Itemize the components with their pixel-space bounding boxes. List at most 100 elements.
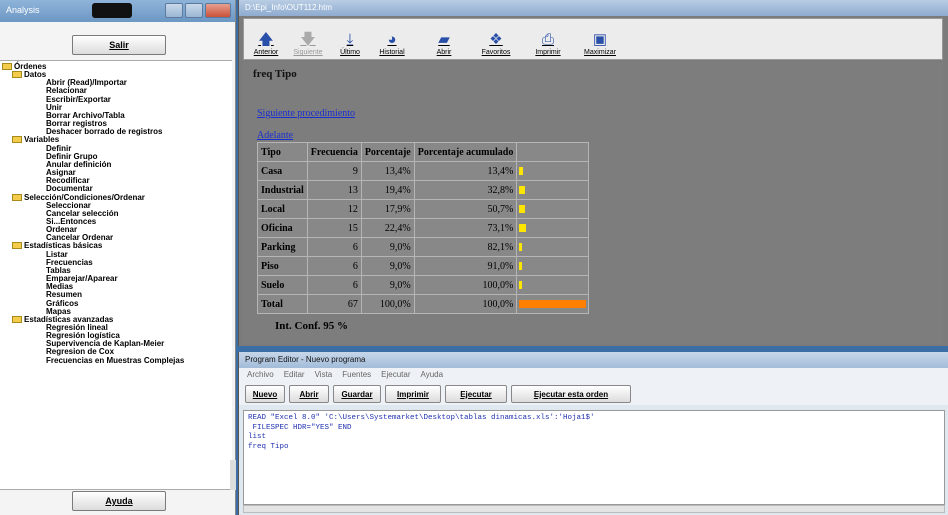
- menu-fuentes[interactable]: Fuentes: [342, 370, 371, 381]
- table-row: Piso 6 9,0% 91,0%: [257, 256, 590, 276]
- toolbar-separator: [466, 22, 474, 56]
- menu-archivo[interactable]: Archivo: [247, 370, 274, 381]
- tree-item-borrar-archivo-tabla[interactable]: Borrar Archivo/Tabla: [0, 111, 232, 120]
- table-row: Industrial 13 19,4% 32,8%: [257, 180, 590, 200]
- forward-link[interactable]: Adelante: [257, 130, 293, 141]
- table-row: Casa 9 13,4% 13,4%: [257, 161, 590, 181]
- anterior-button[interactable]: 🡅 Anterior: [246, 22, 286, 57]
- tree-folder-seleccion-condiciones-ordenar[interactable]: Selección/Condiciones/Ordenar: [0, 193, 232, 202]
- bar-cell: [516, 237, 590, 257]
- percentage-bar: [519, 205, 525, 213]
- help-button[interactable]: Ayuda: [72, 491, 166, 511]
- tree-item-definir-grupo[interactable]: Definir Grupo: [0, 152, 232, 161]
- acumulado-cell: 50,7%: [413, 199, 518, 219]
- tipo-cell: Piso: [257, 256, 308, 276]
- tree-item-si-entonces[interactable]: Si...Entonces: [0, 217, 232, 226]
- bar-cell: [516, 199, 590, 219]
- abrir-button[interactable]: Abrir: [289, 385, 329, 403]
- redacted-area: [92, 3, 132, 18]
- percentage-bar: [519, 186, 526, 194]
- output-heading: freq Tipo: [253, 68, 297, 80]
- imprimir-button[interactable]: ⎙ Imprimir: [528, 22, 568, 57]
- next-procedure-link[interactable]: Siguiente procedimiento: [257, 108, 355, 119]
- percentage-bar: [519, 167, 524, 175]
- tree-item-anular-definicion[interactable]: Anular definición: [0, 160, 232, 169]
- maximize-button[interactable]: [185, 3, 203, 18]
- folder-icon: [12, 242, 22, 250]
- tree-item-listar[interactable]: Listar: [0, 250, 232, 259]
- tree-folder-variables[interactable]: Variables: [0, 136, 232, 144]
- bar-cell: [516, 256, 590, 276]
- historial-button[interactable]: ◕ Historial: [372, 22, 412, 57]
- tipo-cell: Casa: [257, 161, 308, 181]
- editor-menu-bar: Archivo Editar Vista Fuentes Ejecutar Ayuda: [239, 368, 948, 383]
- bar-cell: [516, 218, 590, 238]
- tree-item-emparejar-aparear[interactable]: Emparejar/Aparear: [0, 274, 232, 283]
- tree-item-definir[interactable]: Definir: [0, 144, 232, 153]
- menu-editar[interactable]: Editar: [284, 370, 305, 381]
- menu-ayuda[interactable]: Ayuda: [421, 370, 444, 381]
- toolbar-button-label: Historial: [379, 49, 405, 56]
- acumulado-cell: 82,1%: [413, 237, 518, 257]
- tree-item-cancelar-seleccion[interactable]: Cancelar selección: [0, 209, 232, 218]
- abrir-button[interactable]: ▰ Abrir: [424, 22, 464, 57]
- frecuencia-cell: 15: [306, 218, 362, 238]
- code-editor[interactable]: READ "Excel 8.0" 'C:\Users\Systemarket\D…: [243, 410, 945, 505]
- porcentaje-cell: 22,4%: [360, 218, 415, 238]
- tree-item-frecuencias[interactable]: Frecuencias: [0, 258, 232, 267]
- porcentaje-cell: 19,4%: [360, 180, 415, 200]
- acumulado-cell: 100,0%: [413, 294, 518, 314]
- maximizar-button[interactable]: ▣ Maximizar: [580, 22, 620, 57]
- toolbar-button-label: Último: [340, 49, 360, 56]
- folder-icon: [12, 71, 22, 79]
- guardar-button[interactable]: Guardar: [333, 385, 381, 403]
- nuevo-button[interactable]: Nuevo: [245, 385, 285, 403]
- frecuencia-cell: 6: [306, 237, 362, 257]
- tree-item-recodificar[interactable]: Recodificar: [0, 177, 232, 185]
- tree-item-supervivencia-de-kaplan-meier[interactable]: Supervivencia de Kaplan-Meier: [0, 340, 232, 348]
- editor-horizontal-scrollbar[interactable]: [243, 505, 945, 513]
- browser-title-bar[interactable]: D:\Epi_Info\OUT112.htm: [239, 0, 948, 16]
- bar-column-header: [516, 142, 590, 162]
- tree-item-abrir-read-importar[interactable]: Abrir (Read)/Importar: [0, 79, 232, 87]
- folder-icon: [12, 315, 22, 323]
- ultimo-button[interactable]: ⤓ Último: [330, 22, 370, 57]
- total-bar: [519, 300, 587, 308]
- menu-vista[interactable]: Vista: [315, 370, 333, 381]
- porcentaje-cell: 17,9%: [360, 199, 415, 219]
- close-button[interactable]: [205, 3, 231, 18]
- tree-item-resumen[interactable]: Resumen: [0, 291, 232, 299]
- tree-item-graficos[interactable]: Gráficos: [0, 299, 232, 308]
- menu-ejecutar[interactable]: Ejecutar: [381, 370, 410, 381]
- porcentaje-cell: 13,4%: [360, 161, 415, 181]
- tree-item-relacionar[interactable]: Relacionar: [0, 87, 232, 95]
- analysis-window: Analysis Salir Órdenes Datos Abrir (Read)/…: [0, 0, 236, 515]
- exit-button[interactable]: Salir: [72, 35, 166, 55]
- analysis-title-bar[interactable]: Analysis: [0, 0, 235, 22]
- tree-item-frecuencias-en-muestras-complejas[interactable]: Frecuencias en Muestras Complejas: [0, 356, 232, 365]
- tree-item-escribir-exportar[interactable]: Escribir/Exportar: [0, 95, 232, 104]
- porcentaje-cell: 100,0%: [360, 294, 415, 314]
- ejecutar-esta-orden-button[interactable]: Ejecutar esta orden: [511, 385, 631, 403]
- folder-icon: [12, 136, 22, 144]
- tree-item-asignar[interactable]: Asignar: [0, 168, 232, 177]
- tree-folder-estadisticas-basicas[interactable]: Estadísticas básicas: [0, 242, 232, 250]
- toolbar-button-label: Anterior: [253, 49, 279, 56]
- column-header: Porcentaje: [360, 142, 415, 162]
- frecuencia-cell: 67: [306, 294, 362, 314]
- tree-item-label: Datos: [24, 70, 47, 80]
- minimize-button[interactable]: [165, 3, 183, 18]
- favoritos-button[interactable]: ❖ Favoritos: [476, 22, 516, 57]
- tree-scrollbar[interactable]: [230, 460, 236, 490]
- tipo-cell: Total: [257, 294, 308, 314]
- editor-title-bar[interactable]: Program Editor - Nuevo programa: [239, 352, 948, 368]
- ejecutar-button[interactable]: Ejecutar: [445, 385, 507, 403]
- tree-folder-estadisticas-avanzadas[interactable]: Estadísticas avanzadas: [0, 315, 232, 324]
- siguiente-button[interactable]: 🡇 Siguiente: [288, 22, 328, 57]
- toolbar-separator: [570, 22, 578, 56]
- imprimir-button[interactable]: Imprimir: [385, 385, 441, 403]
- tree-item-medias[interactable]: Medias: [0, 283, 232, 291]
- toolbar-separator: [414, 22, 422, 56]
- editor-title: Program Editor - Nuevo programa: [245, 355, 366, 364]
- tree-item-ordenar[interactable]: Ordenar: [0, 226, 232, 234]
